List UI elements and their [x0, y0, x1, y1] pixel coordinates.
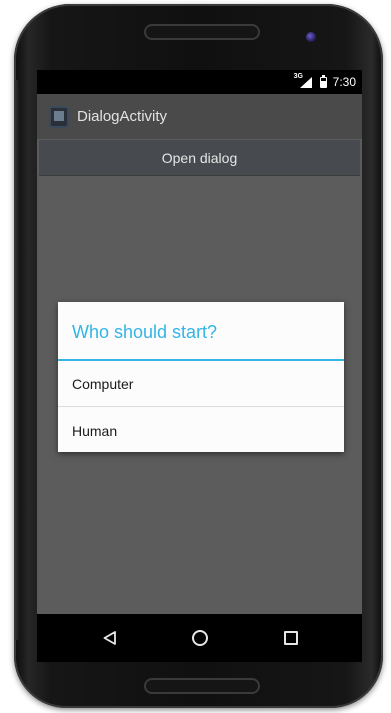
- app-launcher-icon: [49, 105, 69, 128]
- app-title: DialogActivity: [77, 108, 168, 125]
- device-screen: 3G 7:30 DialogActivity Open dialog Who s…: [37, 70, 362, 662]
- status-bar: 3G 7:30: [37, 70, 362, 94]
- choice-dialog: Who should start? Computer Human: [58, 302, 344, 452]
- home-icon[interactable]: [192, 630, 208, 646]
- dialog-option-label: Human: [72, 422, 118, 439]
- status-icons: 3G 7:30: [294, 73, 356, 89]
- front-camera-icon: [306, 32, 316, 42]
- recents-icon[interactable]: [284, 631, 298, 645]
- dialog-title-divider: [58, 359, 344, 361]
- battery-icon: [319, 74, 327, 88]
- dialog-option-label: Computer: [72, 376, 134, 392]
- status-time: 7:30: [332, 75, 356, 89]
- signal-icon: 3G: [294, 73, 312, 88]
- open-dialog-button[interactable]: Open dialog: [39, 140, 360, 176]
- dialog-option-computer[interactable]: Computer: [58, 362, 344, 407]
- navigation-bar: [37, 614, 362, 662]
- app-content-dimmed: DialogActivity Open dialog Who should st…: [37, 94, 362, 614]
- phone-edge: [14, 80, 20, 640]
- back-icon[interactable]: [103, 631, 117, 645]
- dialog-title: Who should start?: [72, 322, 218, 342]
- earpiece-speaker: [144, 24, 260, 40]
- action-bar: DialogActivity: [37, 94, 362, 139]
- bottom-speaker: [144, 678, 260, 694]
- dialog-option-human[interactable]: Human: [58, 408, 344, 453]
